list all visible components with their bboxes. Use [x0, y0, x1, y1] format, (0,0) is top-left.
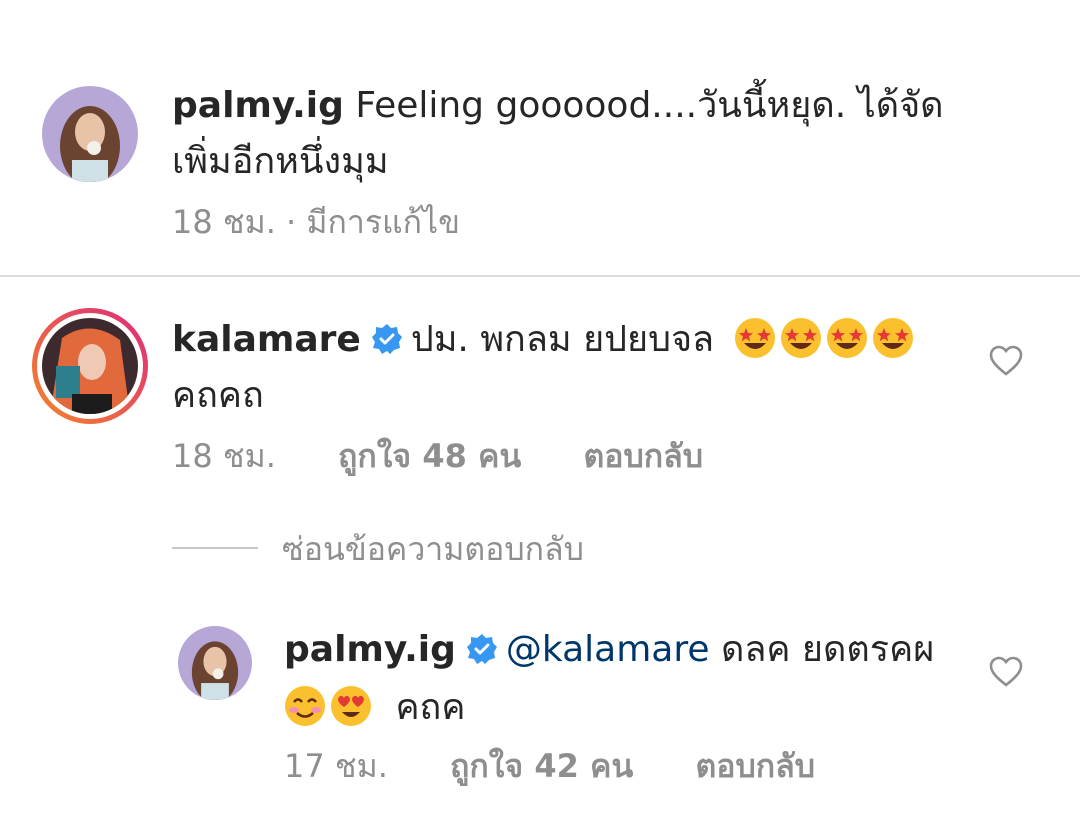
comment-like-heart-icon[interactable] — [989, 345, 1023, 377]
reply-avatar[interactable] — [178, 626, 252, 700]
caption-text-line2: เพิ่มอีกหนึ่งมุม — [172, 141, 389, 182]
caption-separator: · — [286, 203, 297, 241]
comment-avatar[interactable] — [32, 308, 148, 424]
caption-username[interactable]: palmy.ig — [172, 85, 344, 126]
comment-text-line2: คถคถ — [172, 375, 264, 416]
comment-reply-button[interactable]: ตอบกลับ — [583, 437, 703, 475]
caption-divider — [0, 275, 1080, 277]
caption-text: Feeling goooood....วันนี้หยุด. ได้จัด — [355, 85, 944, 126]
reply-reply-button[interactable]: ตอบกลับ — [695, 747, 815, 785]
comment-likes-count[interactable]: ถูกใจ 48 คน — [338, 437, 521, 475]
reply-likes-count[interactable]: ถูกใจ 42 คน — [450, 747, 633, 785]
reply-time: 17 ชม. — [284, 747, 388, 785]
caption-avatar[interactable] — [42, 86, 138, 182]
reply-text-line2: คถค — [395, 687, 466, 728]
smiling-emoji-icon — [284, 685, 326, 727]
hide-replies-button[interactable]: ซ่อนข้อความตอบกลับ — [282, 529, 584, 569]
star-struck-emoji-icon — [826, 317, 868, 359]
hide-replies-line — [172, 547, 258, 549]
caption-time: 18 ชม. — [172, 203, 276, 241]
comment-username[interactable]: kalamare — [172, 319, 361, 360]
comment-time: 18 ชม. — [172, 437, 276, 475]
star-struck-emoji-icon — [734, 317, 776, 359]
heart-eyes-emoji-icon — [330, 685, 372, 727]
reply-mention-link[interactable]: @kalamare — [506, 629, 710, 670]
verified-badge-icon — [466, 626, 498, 664]
star-struck-emoji-icon — [872, 317, 914, 359]
caption-edited-label: มีการแก้ไข — [306, 203, 460, 241]
verified-badge-icon — [371, 316, 403, 354]
reply-like-heart-icon[interactable] — [989, 656, 1023, 688]
reply-username[interactable]: palmy.ig — [284, 629, 456, 670]
star-struck-emoji-icon — [780, 317, 822, 359]
reply-text: ดลค ยดตรคผ — [720, 629, 935, 670]
comment-text: ปม. พกลม ยปยบจล — [410, 319, 715, 360]
